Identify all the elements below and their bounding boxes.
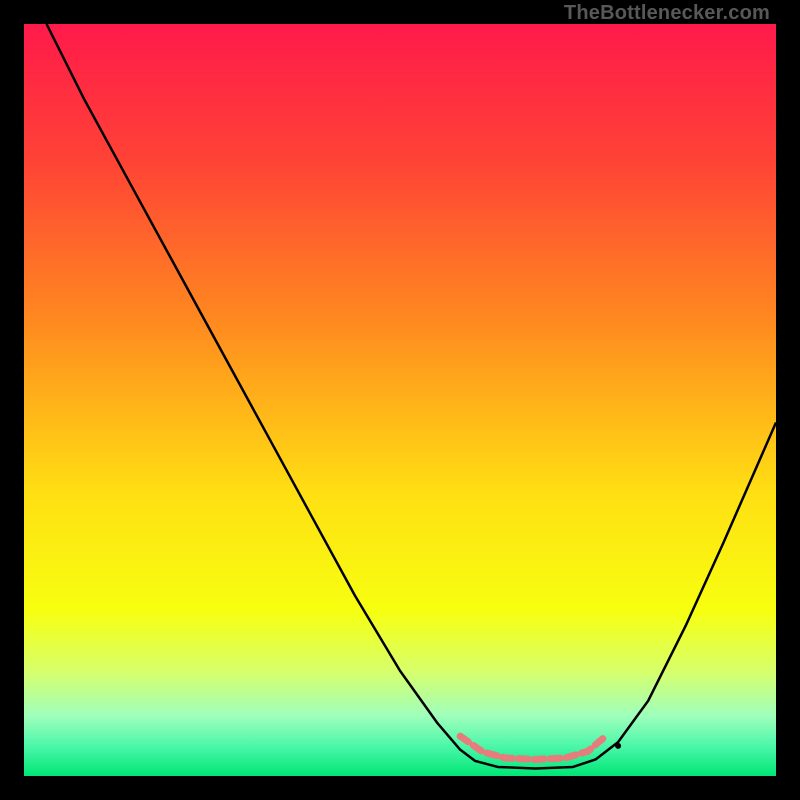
marker-dot <box>615 743 621 749</box>
chart-svg <box>24 24 776 776</box>
gradient-background <box>24 24 776 776</box>
chart-container: TheBottlenecker.com <box>0 0 800 800</box>
plot-area <box>24 24 776 776</box>
watermark-link[interactable]: TheBottlenecker.com <box>564 2 770 25</box>
